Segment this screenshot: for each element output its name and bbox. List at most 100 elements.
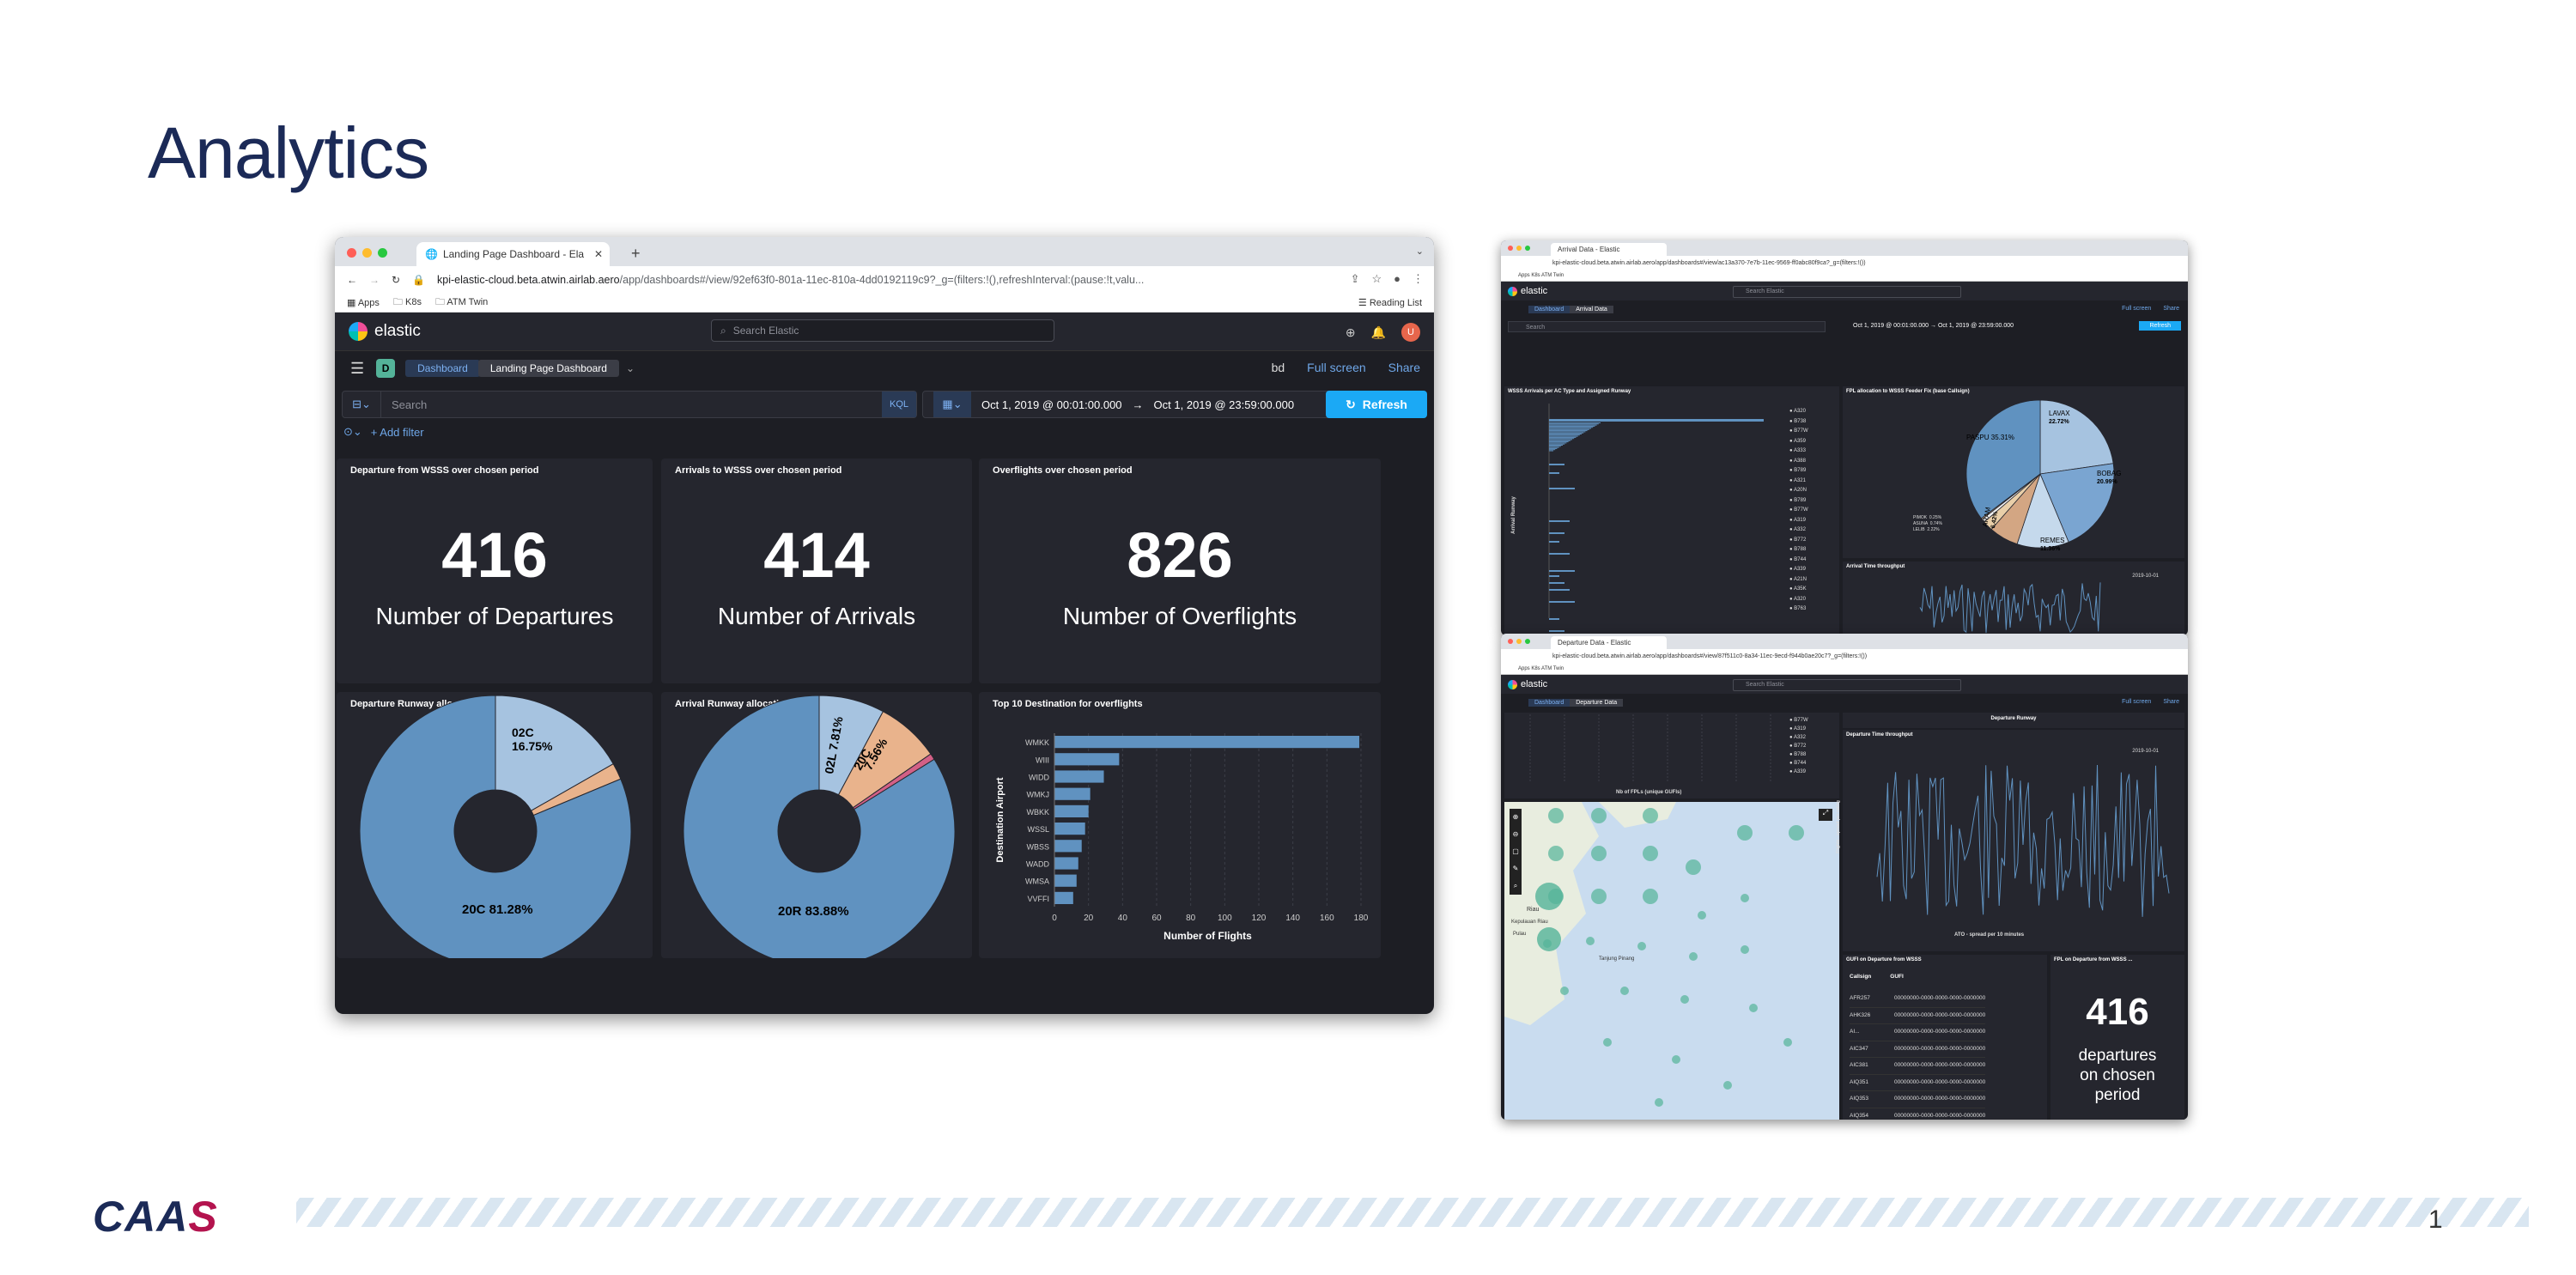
legend-item[interactable]: ● A321: [1789, 477, 1808, 487]
table-row[interactable]: AIQ354 00000000-0000-0000-0000-0000000: [1850, 1108, 1985, 1120]
space-avatar[interactable]: D: [376, 359, 396, 378]
minimize-window-dot[interactable]: [1516, 639, 1522, 644]
mini-tab-title[interactable]: Departure Data - Elastic: [1551, 636, 1667, 649]
new-tab-icon[interactable]: +: [631, 245, 641, 263]
full-screen-button[interactable]: Full screen: [1307, 361, 1365, 374]
hamburger-menu-icon[interactable]: ☰: [350, 360, 364, 378]
full-screen-button[interactable]: Full screen: [2122, 699, 2151, 705]
legend-item[interactable]: ● A333: [1789, 446, 1808, 457]
profile-avatar-icon[interactable]: ●: [1394, 272, 1400, 286]
legend-item[interactable]: ● B788: [1789, 545, 1808, 556]
minimize-window-dot[interactable]: [1516, 246, 1522, 251]
elastic-search-input[interactable]: ⌕ Search Elastic: [711, 319, 1054, 342]
column-callsign[interactable]: Callsign: [1850, 974, 1871, 980]
legend-item[interactable]: ● A359: [1789, 437, 1808, 447]
share-button[interactable]: Share: [1388, 361, 1420, 374]
legend-item[interactable]: ● B789: [1789, 496, 1808, 507]
elastic-logo[interactable]: elastic: [349, 322, 421, 341]
legend-item[interactable]: ● A320: [1789, 407, 1808, 417]
table-row[interactable]: AHK326 00000000-0000-0000-0000-0000000: [1850, 1008, 1986, 1024]
share-page-icon[interactable]: ⇪: [1351, 272, 1360, 286]
departure-map[interactable]: [1504, 802, 1839, 1120]
legend-item[interactable]: ● A21N: [1789, 575, 1808, 586]
breadcrumb-dashboard[interactable]: Dashboard: [1528, 305, 1571, 313]
elastic-logo[interactable]: elastic: [1508, 286, 1547, 296]
table-row[interactable]: AFR257 00000000-0000-0000-0000-0000000: [1850, 991, 1986, 1008]
add-filter-link[interactable]: + Add filter: [371, 426, 424, 439]
legend-item[interactable]: ● B763: [1789, 604, 1808, 615]
refresh-button[interactable]: ↻ Refresh: [1326, 391, 1427, 418]
back-arrow-icon[interactable]: ←: [347, 274, 357, 286]
departure-map-panel[interactable]: ⊕ ⊖ ▢ ✎ ⌕ ⤢ Riau Kepulauan Riau Pulau Tanjun…: [1504, 802, 1839, 1120]
mini-query-input[interactable]: Search: [1508, 321, 1826, 332]
legend-item[interactable]: ● B738: [1789, 417, 1808, 428]
close-window-dot[interactable]: [1508, 246, 1513, 251]
kql-toggle[interactable]: KQL: [882, 392, 916, 417]
legend-item[interactable]: ● B789: [1789, 466, 1808, 477]
table-row[interactable]: AIC381 00000000-0000-0000-0000-0000000: [1850, 1058, 1986, 1075]
minimize-window-dot[interactable]: [362, 248, 372, 258]
draw-icon[interactable]: ✎: [1510, 860, 1522, 877]
breadcrumb-dashboard[interactable]: Dashboard: [405, 360, 480, 377]
bookmark-star-icon[interactable]: ☆: [1371, 272, 1382, 286]
reading-list[interactable]: ☰ Reading List: [1358, 297, 1422, 308]
bd-button[interactable]: bd: [1272, 361, 1285, 374]
legend-item[interactable]: ● A319: [1789, 516, 1808, 526]
mini-refresh-button[interactable]: Refresh: [2139, 321, 2181, 331]
mini-url[interactable]: kpi-elastic-cloud.beta.atwin.airlab.aero…: [1501, 256, 2188, 270]
legend-item[interactable]: ● A332: [1789, 525, 1808, 536]
legend-item[interactable]: ● A320: [1789, 595, 1808, 605]
legend-item[interactable]: ● B772: [1789, 536, 1808, 546]
table-row[interactable]: AIQ353 00000000-0000-0000-0000-0000000: [1850, 1091, 1986, 1108]
tab-menu-chevron-icon[interactable]: ⌄: [1416, 246, 1424, 257]
maximize-window-dot[interactable]: [378, 248, 387, 258]
close-window-dot[interactable]: [1508, 639, 1513, 644]
zoom-in-icon[interactable]: ⊕: [1510, 809, 1522, 826]
table-row[interactable]: AI... 00000000-0000-0000-0000-0000000: [1850, 1024, 1986, 1041]
chevron-down-icon[interactable]: ⌄: [626, 362, 635, 374]
search-map-icon[interactable]: ⌕: [1510, 877, 1522, 895]
calendar-icon[interactable]: ▦⌄: [933, 392, 971, 417]
breadcrumb-dashboard[interactable]: Dashboard: [1528, 698, 1571, 707]
legend-item[interactable]: ● B744: [1789, 556, 1808, 566]
bookmark-atm-twin[interactable]: 🗀 ATM Twin: [435, 294, 488, 311]
help-icon[interactable]: ⊕: [1346, 325, 1356, 340]
close-tab-icon[interactable]: ✕: [594, 248, 603, 260]
mini-search-input[interactable]: Search Elastic: [1733, 286, 1961, 298]
notifications-icon[interactable]: 🔔: [1371, 325, 1386, 340]
legend-item[interactable]: ● B77W: [1789, 506, 1808, 516]
layers-icon[interactable]: ▢: [1510, 843, 1522, 860]
user-avatar[interactable]: U: [1401, 323, 1420, 342]
forward-arrow-icon[interactable]: →: [369, 274, 380, 286]
filter-options-icon[interactable]: ⊙⌄: [343, 425, 362, 439]
bookmark-apps[interactable]: ▦ Apps: [347, 297, 380, 308]
mini-search-input[interactable]: Search Elastic: [1733, 679, 1961, 691]
bookmark-k8s[interactable]: 🗀 K8s: [393, 294, 422, 311]
maximize-window-dot[interactable]: [1525, 639, 1530, 644]
table-row[interactable]: AIQ351 00000000-0000-0000-0000-0000000: [1850, 1075, 1986, 1091]
legend-item[interactable]: ● A388: [1789, 457, 1808, 467]
time-to[interactable]: Oct 1, 2019 @ 23:59:00.000: [1154, 398, 1295, 411]
legend-item[interactable]: ● B77W: [1789, 427, 1808, 437]
legend-item[interactable]: ● A20N: [1789, 486, 1808, 496]
legend-item[interactable]: ● A35K: [1789, 585, 1808, 595]
legend-item[interactable]: ● A339: [1789, 565, 1808, 575]
full-screen-button[interactable]: Full screen: [2122, 306, 2151, 312]
column-gufi[interactable]: GUFI: [1890, 974, 1904, 980]
map-toolbar[interactable]: ⊕ ⊖ ▢ ✎ ⌕: [1510, 809, 1522, 895]
mini-time-range[interactable]: Oct 1, 2019 @ 00:01:00.000 → Oct 1, 2019…: [1853, 323, 2014, 329]
map-expand-icon[interactable]: ⤢: [1819, 809, 1832, 821]
reload-icon[interactable]: ↻: [392, 274, 400, 286]
date-picker[interactable]: ▦⌄ Oct 1, 2019 @ 00:01:00.000 → Oct 1, 2…: [922, 391, 1358, 418]
close-window-dot[interactable]: [347, 248, 356, 258]
mini-url[interactable]: kpi-elastic-cloud.beta.atwin.airlab.aero…: [1501, 649, 2188, 664]
url-field[interactable]: kpi-elastic-cloud.beta.atwin.airlab.aero…: [437, 274, 1279, 286]
time-from[interactable]: Oct 1, 2019 @ 00:01:00.000: [981, 398, 1122, 411]
elastic-logo[interactable]: elastic: [1508, 679, 1547, 689]
saved-query-icon[interactable]: ⊟⌄: [343, 392, 381, 417]
share-button[interactable]: Share: [2163, 306, 2179, 312]
browser-tab[interactable]: 🌐 Landing Page Dashboard - Ela ✕: [416, 242, 610, 266]
kebab-menu-icon[interactable]: ⋮: [1413, 272, 1424, 286]
query-input[interactable]: ⊟⌄ Search KQL: [342, 391, 917, 418]
share-button[interactable]: Share: [2163, 699, 2179, 705]
